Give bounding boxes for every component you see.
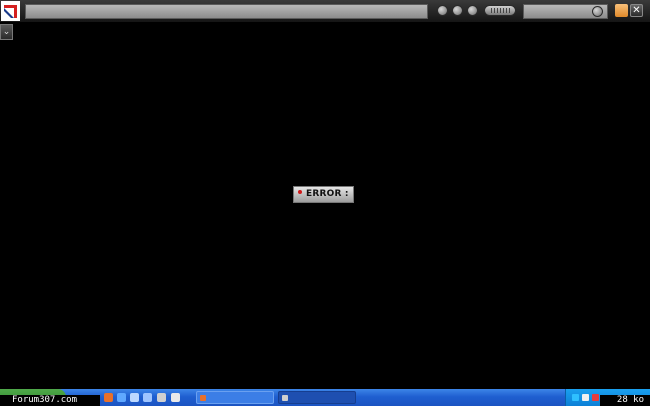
volume-slider[interactable] bbox=[484, 5, 516, 16]
chevron-down-icon[interactable]: ⌄ bbox=[0, 24, 13, 40]
firefox-icon[interactable] bbox=[104, 393, 113, 402]
minimize-button[interactable] bbox=[615, 4, 628, 17]
error-message: ERROR : bbox=[293, 186, 354, 203]
logo-icon[interactable] bbox=[1, 1, 20, 21]
search-icon[interactable] bbox=[592, 6, 603, 17]
size-label: 28 ko bbox=[600, 395, 650, 406]
media-icon[interactable] bbox=[157, 393, 166, 402]
player-icon bbox=[282, 395, 288, 401]
folder-icon[interactable] bbox=[171, 393, 180, 402]
back-icon[interactable] bbox=[437, 5, 448, 16]
browser-icon bbox=[200, 395, 206, 401]
error-dot-icon bbox=[298, 190, 302, 194]
desktop-icon[interactable] bbox=[143, 393, 152, 402]
network-icon[interactable] bbox=[572, 394, 579, 401]
taskbar-item-player[interactable] bbox=[278, 391, 356, 404]
top-toolbar: ✕ bbox=[0, 0, 650, 22]
security-icon[interactable] bbox=[592, 394, 599, 401]
volume-ticks bbox=[491, 8, 511, 13]
address-bar[interactable] bbox=[25, 4, 428, 19]
site-label: Forum307.com bbox=[0, 395, 100, 406]
error-label: ERROR : bbox=[306, 189, 349, 199]
close-button[interactable]: ✕ bbox=[630, 4, 643, 17]
taskbar-item-browser[interactable] bbox=[196, 391, 274, 404]
ie-icon[interactable] bbox=[117, 393, 126, 402]
home-icon[interactable] bbox=[452, 5, 463, 16]
refresh-icon[interactable] bbox=[467, 5, 478, 16]
speaker-icon[interactable] bbox=[582, 394, 589, 401]
search-input[interactable] bbox=[523, 4, 608, 19]
messenger-icon[interactable] bbox=[130, 393, 139, 402]
